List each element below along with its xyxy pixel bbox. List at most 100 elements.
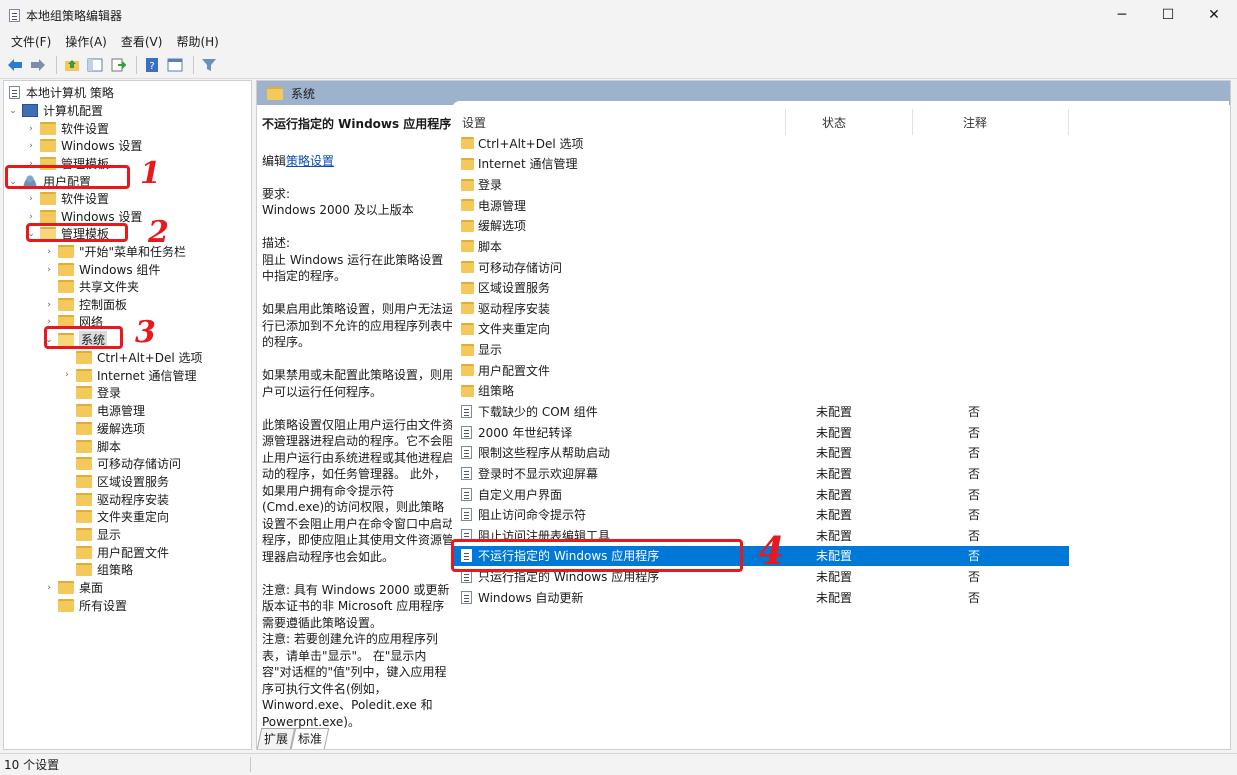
tree-system-child[interactable]: › Internet 通信管理 [61, 367, 196, 384]
list-folder-row[interactable]: 驱动程序安装 [452, 298, 1069, 319]
forward-icon[interactable] [28, 55, 48, 75]
tree-system-child[interactable]: 登录 [61, 384, 121, 401]
column-divider[interactable] [912, 109, 913, 135]
tree-cc-windows[interactable]: › Windows 设置 [25, 137, 142, 154]
view-tabs: 扩展 标准 [256, 728, 330, 749]
chevron-down-icon[interactable]: ⌄ [7, 106, 19, 116]
tree-computer-config[interactable]: ⌄ 计算机配置 [7, 102, 103, 119]
tree-system-child[interactable]: Ctrl+Alt+Del 选项 [61, 349, 202, 366]
show-hide-tree-icon[interactable] [85, 55, 105, 75]
list-policy-row[interactable]: 自定义用户界面 未配置否 [452, 484, 1069, 505]
tree-system-child[interactable]: 脚本 [61, 438, 121, 455]
chevron-right-icon[interactable]: › [61, 370, 73, 380]
tree-win-components[interactable]: › Windows 组件 [43, 261, 160, 278]
folder-icon [461, 384, 474, 397]
folder-icon [76, 528, 92, 541]
requirements: 要求: Windows 2000 及以上版本 [262, 186, 414, 218]
folder-icon [58, 280, 74, 293]
chevron-right-icon[interactable]: › [43, 317, 55, 327]
list-folder-row[interactable]: Ctrl+Alt+Del 选项 [452, 133, 1069, 154]
folder-icon [461, 343, 474, 356]
settings-list: 设置 状态 注释 Ctrl+Alt+Del 选项 Internet 通信管理 登录电… [452, 101, 1229, 732]
menu-action[interactable]: 操作(A) [58, 33, 114, 50]
description-note-2: 注意: 若要创建允许的应用程序列表，请单击"显示"。 在"显示内容"对话框的"值… [262, 632, 447, 729]
tree-system-child[interactable]: 缓解选项 [61, 420, 145, 437]
chevron-right-icon[interactable]: › [25, 141, 37, 151]
chevron-right-icon[interactable]: › [25, 212, 37, 222]
computer-icon [22, 104, 38, 117]
list-folder-row[interactable]: 缓解选项 [452, 216, 1069, 237]
policy-setting-icon [461, 508, 472, 522]
chevron-right-icon[interactable]: › [43, 247, 55, 257]
chevron-right-icon[interactable]: › [25, 194, 37, 204]
column-divider[interactable] [785, 109, 786, 135]
list-folder-row[interactable]: 文件夹重定向 [452, 319, 1069, 340]
column-setting[interactable]: 设置 [462, 114, 486, 131]
folder-icon [461, 364, 474, 377]
tree-system-child[interactable]: 可移动存储访问 [61, 455, 181, 472]
chevron-right-icon[interactable]: › [43, 265, 55, 275]
column-comment[interactable]: 注释 [963, 114, 987, 131]
folder-icon [461, 302, 474, 315]
tree-system-child[interactable]: 用户配置文件 [61, 544, 169, 561]
tree-system-child[interactable]: 文件夹重定向 [61, 508, 169, 525]
folder-icon [58, 263, 74, 276]
annotation-box-1 [5, 165, 130, 189]
status-separator [250, 757, 251, 772]
list-policy-row[interactable]: 2000 年世纪转译 未配置否 [452, 422, 1069, 443]
tree-control-panel[interactable]: › 控制面板 [43, 296, 127, 313]
list-policy-row[interactable]: 阻止访问命令提示符 未配置否 [452, 504, 1069, 525]
export-list-icon[interactable] [108, 55, 128, 75]
list-folder-row[interactable]: 用户配置文件 [452, 360, 1069, 381]
tree-root[interactable]: 本地计算机 策略 [7, 84, 114, 101]
tree-system-child[interactable]: 驱动程序安装 [61, 491, 169, 508]
tree-desktop[interactable]: › 桌面 [43, 579, 103, 596]
tab-standard[interactable]: 标准 [290, 728, 330, 749]
column-divider[interactable] [1068, 109, 1069, 135]
chevron-right-icon[interactable]: › [43, 300, 55, 310]
list-policy-row[interactable]: Windows 自动更新 未配置否 [452, 587, 1069, 608]
tree-system-child[interactable]: 显示 [61, 526, 121, 543]
folder-icon [76, 545, 92, 559]
list-folder-row[interactable]: 电源管理 [452, 195, 1069, 216]
tree-system-child[interactable]: 区域设置服务 [61, 473, 169, 490]
close-button[interactable]: ✕ [1191, 0, 1237, 30]
tree-shared-folders[interactable]: 共享文件夹 [43, 278, 139, 295]
list-folder-row[interactable]: 登录 [452, 174, 1069, 195]
list-policy-row[interactable]: 下载缺少的 COM 组件 未配置否 [452, 401, 1069, 422]
list-folder-row[interactable]: 区域设置服务 [452, 277, 1069, 298]
list-folder-row[interactable]: 组策略 [452, 381, 1069, 402]
up-folder-icon[interactable] [62, 55, 82, 75]
properties-icon[interactable] [165, 55, 185, 75]
folder-icon [461, 261, 474, 274]
toolbar-separator [56, 56, 57, 74]
tree-uc-software[interactable]: › 软件设置 [25, 190, 109, 207]
tree-cc-software[interactable]: › 软件设置 [25, 120, 109, 137]
tree-all-settings[interactable]: 所有设置 [43, 597, 127, 614]
list-folder-row[interactable]: 脚本 [452, 236, 1069, 257]
menu-file[interactable]: 文件(F) [4, 33, 58, 50]
maximize-button[interactable]: ☐ [1145, 0, 1191, 30]
list-folder-row[interactable]: 显示 [452, 339, 1069, 360]
edit-policy-link[interactable]: 策略设置 [286, 154, 334, 168]
chevron-right-icon[interactable]: › [43, 583, 55, 593]
menu-view[interactable]: 查看(V) [114, 33, 170, 50]
filter-icon[interactable] [199, 55, 219, 75]
tab-extended[interactable]: 扩展 [256, 728, 296, 749]
tree-system-child[interactable]: 电源管理 [61, 402, 145, 419]
minimize-button[interactable]: ─ [1099, 0, 1145, 30]
menu-help[interactable]: 帮助(H) [169, 33, 225, 50]
list-folder-row[interactable]: Internet 通信管理 [452, 154, 1069, 175]
folder-icon [76, 421, 92, 435]
help-icon[interactable]: ? [142, 55, 162, 75]
tree-system-child[interactable]: 组策略 [61, 561, 133, 578]
status-bar: 10 个设置 [0, 753, 1237, 775]
toolbar-separator [136, 56, 137, 74]
back-icon[interactable] [5, 55, 25, 75]
list-policy-row[interactable]: 登录时不显示欢迎屏幕 未配置否 [452, 463, 1069, 484]
list-policy-row[interactable]: 限制这些程序从帮助启动 未配置否 [452, 442, 1069, 463]
column-state[interactable]: 状态 [822, 114, 846, 131]
chevron-right-icon[interactable]: › [25, 124, 37, 134]
list-folder-row[interactable]: 可移动存储访问 [452, 257, 1069, 278]
policy-setting-icon [461, 466, 472, 480]
